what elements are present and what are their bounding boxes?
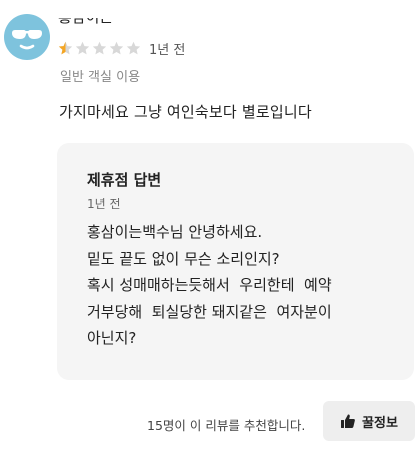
star-icon xyxy=(126,41,141,54)
reply-line: 아닌지? xyxy=(87,329,137,347)
reply-line: 홍삼이는백수님 안녕하세요. xyxy=(87,223,263,241)
reply-line: 혹시 성매매하는듯해서 우리한테 예약 xyxy=(87,276,332,294)
thumbs-up-icon xyxy=(341,414,355,428)
reviewer-name: 홍삼이는 xyxy=(58,10,114,26)
helpful-button-label: 꿀정보 xyxy=(362,415,398,431)
helpful-button[interactable]: 꿀정보 xyxy=(323,401,415,441)
review-text: 가지마세요 그냥 여인숙보다 별로입니다 xyxy=(59,103,312,121)
star-icon xyxy=(109,41,124,54)
reply-line: 거부당해 퇴실당한 돼지같은 여자분이 xyxy=(87,302,332,321)
star-icon xyxy=(92,41,107,54)
review-card: 홍삼이는 1년 전 일반 객실 이용 가지마세요 그냥 여인숙보다 별로입니다 … xyxy=(0,0,420,458)
rating-row: 1년 전 xyxy=(58,38,185,58)
star-icon xyxy=(75,41,90,54)
sunglasses-face-icon xyxy=(12,30,42,50)
star-rating xyxy=(58,41,141,56)
reply-line: 밑도 끝도 없이 무슨 소리인지? xyxy=(87,249,280,268)
recommend-count-text: 15명이 이 리뷰를 추천합니다. xyxy=(147,418,306,433)
reply-date: 1년 전 xyxy=(87,197,121,211)
room-type-label: 일반 객실 이용 xyxy=(60,70,141,85)
avatar xyxy=(4,14,50,60)
owner-reply: 제휴점 답변 1년 전 홍삼이는백수님 안녕하세요. 밑도 끝도 없이 무슨 소… xyxy=(57,143,414,380)
review-date: 1년 전 xyxy=(149,42,186,58)
star-icon xyxy=(58,41,73,54)
reply-title: 제휴점 답변 xyxy=(87,171,162,189)
reply-body: 홍삼이는백수님 안녕하세요. 밑도 끝도 없이 무슨 소리인지? 혹시 성매매하… xyxy=(87,219,407,352)
